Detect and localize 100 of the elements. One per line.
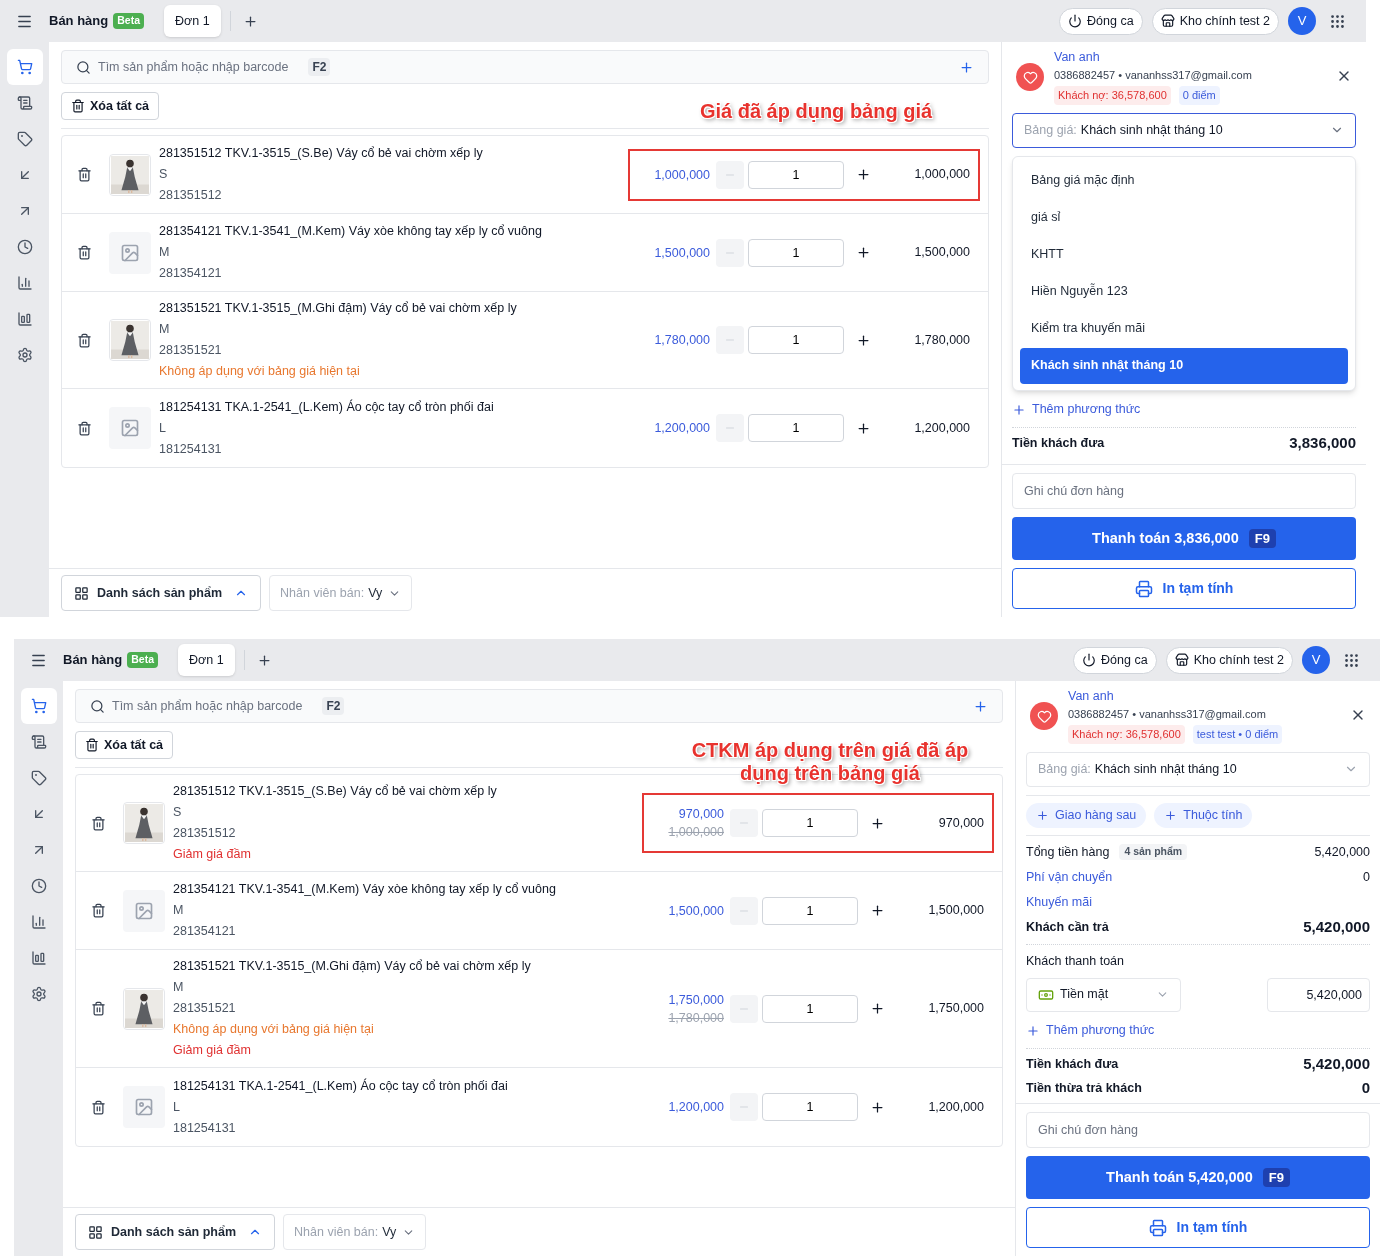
- unit-price[interactable]: 1,500,000: [654, 243, 710, 262]
- delete-icon[interactable]: [77, 245, 92, 260]
- dropdown-option[interactable]: Bảng giá mặc định: [1020, 162, 1348, 199]
- new-tab-icon[interactable]: [242, 13, 258, 29]
- apps-grid-icon[interactable]: [1343, 651, 1360, 669]
- print-draft-button[interactable]: In tạm tính: [1012, 568, 1356, 609]
- order-tab[interactable]: Đơn 1: [164, 5, 221, 37]
- new-tab-icon[interactable]: [256, 652, 272, 668]
- product-name: 281351512 TKV.1-3515_(S.Be) Váy cổ bẻ vai chờm xếp ly: [159, 145, 484, 162]
- checkout-button[interactable]: Thanh toán 5,420,000 F9: [1026, 1156, 1370, 1199]
- increase-icon[interactable]: [870, 903, 885, 918]
- order-tab[interactable]: Đơn 1: [178, 644, 235, 676]
- shortcut-key: F2: [322, 697, 345, 715]
- increase-icon[interactable]: [870, 1001, 885, 1016]
- price-list-select[interactable]: Bảng giá: Khách sinh nhật tháng 10: [1026, 751, 1370, 787]
- seller-select[interactable]: Nhân viên bán: Vy: [283, 1214, 427, 1250]
- unit-price[interactable]: 1,750,000: [668, 990, 724, 1009]
- print-draft-button[interactable]: In tạm tính: [1026, 1207, 1370, 1248]
- user-avatar[interactable]: V: [1288, 7, 1316, 35]
- summary-label[interactable]: Khuyến mãi: [1026, 892, 1092, 912]
- product-list-button[interactable]: Danh sách sản phẩm: [61, 575, 262, 611]
- quantity-field[interactable]: 1: [762, 1093, 858, 1121]
- image-icon: [134, 900, 154, 921]
- dropdown-option[interactable]: KHTT: [1020, 236, 1348, 273]
- checkout-button[interactable]: Thanh toán 3,836,000 F9: [1012, 517, 1356, 560]
- quantity-field[interactable]: 1: [748, 326, 844, 354]
- printer-icon: [1148, 1218, 1167, 1237]
- image-icon: [134, 1097, 154, 1117]
- warehouse-button[interactable]: Kho chính test 2: [1151, 7, 1279, 35]
- payment-method-select[interactable]: Tiền mặt: [1026, 977, 1181, 1012]
- unit-price[interactable]: 1,200,000: [668, 1098, 724, 1116]
- increase-icon[interactable]: [856, 332, 871, 348]
- delete-icon[interactable]: [91, 1001, 106, 1016]
- close-shift-button[interactable]: Đóng ca: [1073, 646, 1157, 674]
- delete-icon[interactable]: [77, 332, 92, 348]
- quantity-field[interactable]: 1: [748, 160, 844, 189]
- price-list-value: Khách sinh nhật tháng 10: [1094, 760, 1237, 778]
- customer-name[interactable]: Van anh: [1068, 687, 1350, 705]
- add-option-button[interactable]: Giao hàng sau: [1026, 802, 1147, 828]
- order-note-field[interactable]: Ghi chú đơn hàng: [1012, 473, 1356, 509]
- delete-icon[interactable]: [91, 903, 106, 918]
- add-payment-method-link[interactable]: Thêm phương thức: [1012, 398, 1141, 421]
- delete-icon[interactable]: [91, 815, 106, 831]
- quantity-field[interactable]: 1: [748, 414, 844, 442]
- add-icon[interactable]: [959, 59, 974, 75]
- sidebar-item[interactable]: [6, 49, 43, 85]
- delete-icon[interactable]: [77, 420, 92, 436]
- summary-label[interactable]: Phí vận chuyển: [1026, 867, 1113, 887]
- quantity-field[interactable]: 1: [762, 994, 858, 1023]
- customer-name[interactable]: Van anh: [1054, 48, 1336, 66]
- add-payment-method-link[interactable]: Thêm phương thức: [1026, 1019, 1155, 1042]
- close-shift-button[interactable]: Đóng ca: [1059, 7, 1143, 35]
- price-list-select[interactable]: Bảng giá: Khách sinh nhật tháng 10: [1012, 112, 1356, 148]
- unit-price[interactable]: 1,200,000: [654, 419, 710, 437]
- product-list-button[interactable]: Danh sách sản phẩm: [75, 1214, 276, 1250]
- increase-icon[interactable]: [856, 167, 871, 182]
- dropdown-option[interactable]: Hiền Nguyễn 123: [1020, 273, 1348, 310]
- search-field[interactable]: Tìm sản phẩm hoặc nhập barcode F2: [61, 50, 989, 84]
- total-value: 0: [1361, 1078, 1370, 1099]
- debt-badge: Khách nợ: 36,578,600: [1068, 725, 1185, 744]
- quantity-field[interactable]: 1: [748, 238, 844, 267]
- user-avatar[interactable]: V: [1302, 646, 1330, 674]
- increase-icon[interactable]: [870, 815, 885, 831]
- increase-icon[interactable]: [870, 1099, 885, 1115]
- unit-price[interactable]: 1,780,000: [654, 331, 710, 349]
- apps-grid-icon[interactable]: [1329, 12, 1346, 30]
- search-icon: [90, 698, 105, 714]
- delete-icon[interactable]: [91, 1099, 106, 1115]
- order-note-field[interactable]: Ghi chú đơn hàng: [1026, 1112, 1370, 1148]
- unit-price[interactable]: 970,000: [678, 805, 724, 823]
- total-value: 5,420,000: [1303, 1054, 1370, 1075]
- dropdown-option[interactable]: Kiểm tra khuyến mãi: [1020, 310, 1348, 347]
- warehouse-button[interactable]: Kho chính test 2: [1165, 646, 1293, 674]
- total-label: Tiền khách đưa: [1026, 1056, 1119, 1074]
- add-option-button[interactable]: Thuộc tính: [1154, 802, 1253, 828]
- increase-icon[interactable]: [856, 420, 871, 436]
- line-total: 1,200,000: [914, 419, 970, 437]
- quantity-field[interactable]: 1: [762, 896, 858, 925]
- seller-select[interactable]: Nhân viên bán: Vy: [269, 575, 413, 611]
- clock-icon: [30, 878, 47, 894]
- add-icon[interactable]: [973, 698, 988, 714]
- increase-icon[interactable]: [856, 245, 871, 260]
- delete-icon[interactable]: [77, 167, 92, 182]
- clear-all-button[interactable]: Xóa tất cả: [61, 92, 160, 120]
- quantity-field[interactable]: 1: [762, 809, 858, 837]
- checkout-label: Thanh toán 3,836,000: [1092, 528, 1239, 548]
- unit-price[interactable]: 1,500,000: [668, 901, 724, 920]
- dropdown-option[interactable]: giá sỉ: [1020, 199, 1348, 236]
- payment-label: Khách thanh toán: [1026, 952, 1125, 970]
- plus-icon: [1164, 808, 1178, 822]
- product-variant: L: [159, 419, 167, 437]
- clear-all-button[interactable]: Xóa tất cả: [75, 731, 174, 759]
- sidebar-item[interactable]: [20, 688, 57, 724]
- annotation-text: CTKM áp dụng trên giá đã áp dụng trên bảng giá: [690, 739, 970, 785]
- app-title: Bán hàng: [63, 651, 123, 670]
- unit-price[interactable]: 1,000,000: [654, 165, 710, 184]
- search-field[interactable]: Tìm sản phẩm hoặc nhập barcode F2: [75, 689, 1003, 723]
- payment-amount-field[interactable]: 5,420,000: [1267, 977, 1370, 1012]
- line-total: 1,780,000: [914, 331, 970, 349]
- dropdown-option[interactable]: Khách sinh nhật tháng 10: [1020, 347, 1348, 384]
